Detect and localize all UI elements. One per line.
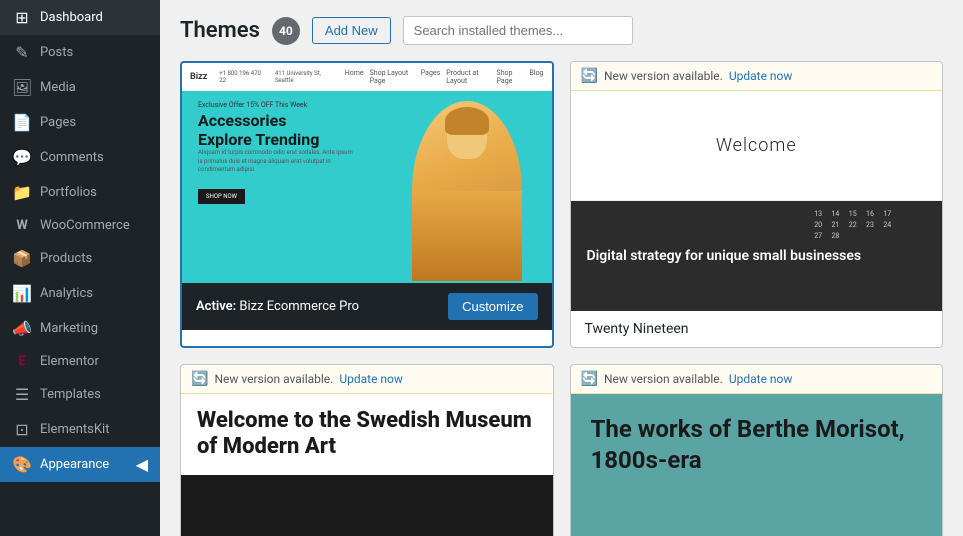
bizz-nav-links: Home Shop Layout Page Pages Product at L… [345, 69, 544, 85]
page-title: Themes [180, 18, 260, 43]
sidebar-label-elementor: Elementor [40, 354, 99, 369]
sidebar-item-comments[interactable]: 💬 Comments [0, 140, 160, 175]
bizz-address: 411 University St, Seattle [275, 70, 333, 84]
portfolios-icon: 📁 [12, 183, 32, 202]
sidebar-label-pages: Pages [40, 115, 76, 130]
berthe-update-notice: 🔄 New version available. Update now [571, 365, 943, 394]
sidebar-item-woocommerce[interactable]: W WooCommerce [0, 210, 160, 241]
theme-card-swedish: 🔄 New version available. Update now Welc… [180, 364, 554, 536]
twenty-nine-name: Twenty Nineteen [585, 321, 689, 337]
sidebar-item-marketing[interactable]: 📣 Marketing [0, 311, 160, 346]
sidebar-label-media: Media [40, 80, 76, 95]
sidebar-item-elementskit[interactable]: ⊡ ElementsKit [0, 412, 160, 447]
active-text: Active: [196, 299, 236, 314]
sidebar-label-products: Products [40, 251, 92, 266]
main-content: Themes 40 Add New Bizz +1 800 196 470 22… [160, 0, 963, 536]
themes-grid: Bizz +1 800 196 470 22 411 University St… [180, 61, 943, 536]
swedish-title: Welcome to the Swedish Museum of Modern … [197, 408, 537, 461]
twenty-nine-screenshot: Welcome Digital strategy for unique smal… [571, 91, 943, 311]
add-new-button[interactable]: Add New [312, 17, 391, 44]
berthe-screenshot: The works of Berthe Morisot, 1800s-era [571, 394, 943, 536]
comments-icon: 💬 [12, 148, 32, 167]
swedish-header: Welcome to the Swedish Museum of Modern … [181, 394, 553, 475]
sidebar-item-templates[interactable]: ☰ Templates [0, 377, 160, 412]
bizz-active-label: Active: Bizz Ecommerce Pro [196, 299, 359, 314]
bizz-logo: Bizz [190, 72, 207, 82]
berthe-update-link[interactable]: Update now [729, 372, 793, 386]
theme-card-berthe: 🔄 New version available. Update now The … [570, 364, 944, 536]
bizz-nav: Bizz +1 800 196 470 22 411 University St… [182, 63, 552, 91]
theme-count-badge: 40 [272, 17, 300, 45]
sidebar-item-posts[interactable]: ✎ Posts [0, 35, 160, 70]
customize-button[interactable]: Customize [448, 293, 537, 320]
swedish-update-text: New version available. [214, 372, 333, 386]
sidebar: ⊞ Dashboard ✎ Posts 🖼 Media 📄 Pages 💬 Co… [0, 0, 160, 536]
sidebar-label-marketing: Marketing [40, 321, 98, 336]
theme-card-bizz: Bizz +1 800 196 470 22 411 University St… [180, 61, 554, 348]
update-now-link[interactable]: Update now [729, 69, 793, 83]
tn-calendar: 13 14 15 16 17 20 21 22 23 24 [810, 209, 930, 241]
posts-icon: ✎ [12, 43, 32, 62]
sidebar-item-appearance[interactable]: 🎨 Appearance ◀ [0, 447, 160, 482]
swedish-update-notice: 🔄 New version available. Update now [181, 365, 553, 394]
bizz-screenshot: Bizz +1 800 196 470 22 411 University St… [182, 63, 552, 283]
marketing-icon: 📣 [12, 319, 32, 338]
sidebar-label-posts: Posts [40, 45, 73, 60]
bizz-model [412, 101, 522, 281]
page-header: Themes 40 Add New [180, 16, 943, 45]
sidebar-label-dashboard: Dashboard [40, 10, 103, 25]
swedish-screenshot: Welcome to the Swedish Museum of Modern … [181, 394, 553, 536]
sidebar-label-templates: Templates [40, 387, 101, 402]
sidebar-item-products[interactable]: 📦 Products [0, 241, 160, 276]
bizz-shop-btn[interactable]: SHOP NOW [198, 189, 245, 204]
templates-icon: ☰ [12, 385, 32, 404]
appearance-icon: 🎨 [12, 455, 32, 474]
sidebar-item-media[interactable]: 🖼 Media [0, 70, 160, 105]
update-icon: 🔄 [581, 68, 598, 84]
pages-icon: 📄 [12, 113, 32, 132]
sidebar-label-elementskit: ElementsKit [40, 422, 109, 437]
sidebar-label-appearance: Appearance [40, 457, 109, 472]
berthe-title: The works of Berthe Morisot, 1800s-era [591, 414, 923, 476]
berthe-update-icon: 🔄 [581, 371, 598, 387]
search-input[interactable] [403, 16, 633, 45]
tn-strategy-text: Digital strategy for unique small busine… [587, 247, 927, 265]
sidebar-item-pages[interactable]: 📄 Pages [0, 105, 160, 140]
bizz-phone: +1 800 196 470 22 [219, 70, 263, 84]
theme-card-twenty-nineteen: 🔄 New version available. Update now Welc… [570, 61, 944, 348]
media-icon: 🖼 [12, 78, 32, 97]
sidebar-item-dashboard[interactable]: ⊞ Dashboard [0, 0, 160, 35]
analytics-icon: 📊 [12, 284, 32, 303]
sidebar-item-analytics[interactable]: 📊 Analytics [0, 276, 160, 311]
elementskit-icon: ⊡ [12, 420, 32, 439]
twenty-nine-update-notice: 🔄 New version available. Update now [571, 62, 943, 91]
twenty-nine-name-bar: Twenty Nineteen [571, 311, 943, 347]
dashboard-icon: ⊞ [12, 8, 32, 27]
berthe-update-text: New version available. [604, 372, 723, 386]
update-text: New version available. [604, 69, 723, 83]
sidebar-label-portfolios: Portfolios [40, 185, 97, 200]
sidebar-item-elementor[interactable]: E Elementor [0, 346, 160, 377]
sidebar-collapse-icon: ◀ [136, 455, 148, 474]
sidebar-label-woocommerce: WooCommerce [40, 218, 130, 233]
bizz-theme-footer: Active: Bizz Ecommerce Pro Customize [182, 283, 552, 330]
bizz-theme-name: Bizz Ecommerce Pro [239, 299, 359, 314]
woocommerce-icon: W [12, 218, 32, 233]
tn-bottom: Digital strategy for unique small busine… [571, 201, 943, 311]
tn-welcome: Welcome [716, 135, 797, 156]
swedish-update-link[interactable]: Update now [339, 372, 403, 386]
products-icon: 📦 [12, 249, 32, 268]
sidebar-label-comments: Comments [40, 150, 104, 165]
sidebar-item-portfolios[interactable]: 📁 Portfolios [0, 175, 160, 210]
tn-top: Welcome [571, 91, 943, 201]
elementor-icon: E [12, 354, 32, 369]
swedish-image-area [181, 475, 553, 536]
swedish-update-icon: 🔄 [191, 371, 208, 387]
sidebar-label-analytics: Analytics [40, 286, 93, 301]
